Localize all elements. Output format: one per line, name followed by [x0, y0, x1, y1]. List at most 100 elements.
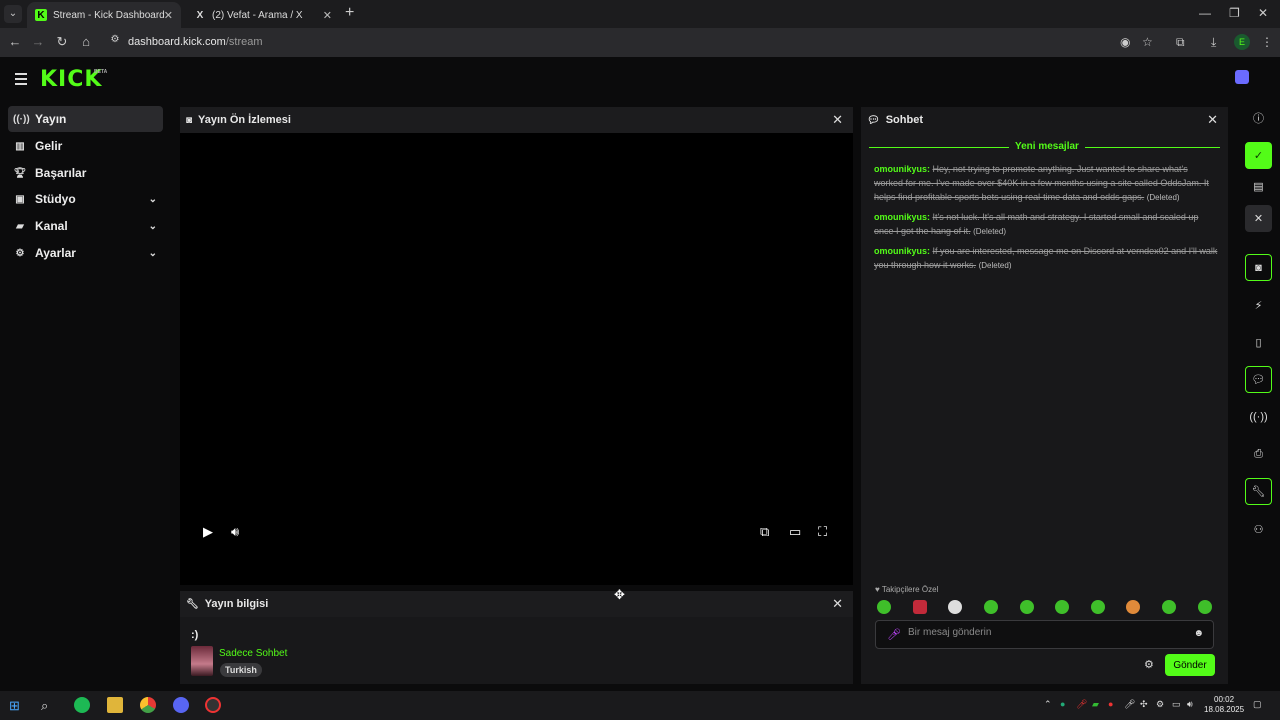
x-icon: X [196, 9, 204, 21]
minimize-icon[interactable]: — [1199, 6, 1211, 20]
discord-icon[interactable] [173, 697, 189, 713]
chat-username[interactable]: omounikyus [874, 164, 927, 174]
star-icon[interactable]: ☆ [1142, 35, 1153, 49]
volume-icon[interactable]: 🔊︎ [231, 524, 239, 540]
close-icon[interactable]: ✕ [832, 112, 843, 128]
emote-button[interactable] [1198, 600, 1212, 614]
emote-button[interactable] [1162, 600, 1176, 614]
play-icon[interactable]: ▶ [203, 524, 213, 540]
forward-icon[interactable]: → [30, 34, 46, 49]
clock-date: 18.08.2025 [1204, 705, 1245, 714]
sidebar-item-gelir[interactable]: ▥ Gelir [8, 133, 163, 159]
emote-button[interactable] [1055, 600, 1069, 614]
mic-muted-icon[interactable]: 🎤︎ [1076, 699, 1087, 710]
menu-icon[interactable] [15, 73, 27, 88]
document-icon[interactable]: ▯ [1245, 329, 1272, 356]
url-field[interactable]: dashboard.kick.com/stream [128, 36, 263, 48]
fullscreen-icon[interactable]: ⛶ [818, 524, 827, 540]
tray-record-icon[interactable]: ● [1108, 699, 1113, 709]
spotify-icon[interactable] [74, 697, 90, 713]
user-avatar[interactable] [1235, 70, 1249, 84]
info-icon[interactable]: ⓘ [1245, 104, 1272, 131]
sidebar-item-kanal[interactable]: ▰ Kanal ⌄ [8, 213, 163, 239]
tray-expand-icon[interactable]: ⌃ [1044, 699, 1052, 710]
chevron-down-icon[interactable]: ⌄ [149, 194, 157, 205]
preview-icon: ◙ [186, 114, 193, 126]
speaker-icon[interactable]: 🔊︎ [1187, 699, 1193, 710]
emote-button[interactable] [877, 600, 891, 614]
wrench-icon[interactable]: 🔧︎ [1245, 478, 1272, 505]
extensions-icon[interactable]: ⧉ [1176, 35, 1185, 50]
more-menu-icon[interactable]: ⋮ [1261, 35, 1273, 49]
chrome-icon[interactable] [140, 697, 156, 713]
followers-only-text: Takipçilere Özel [881, 585, 939, 594]
theater-mode-icon[interactable]: ▭ [789, 524, 801, 540]
microphone-icon[interactable]: 🎤︎ [887, 628, 901, 641]
file-explorer-icon[interactable] [107, 697, 123, 713]
chat-settings-icon[interactable]: ⚙ [1144, 658, 1154, 671]
sidebar-item-studyo[interactable]: ▣ Stüdyo ⌄ [8, 186, 163, 212]
preview-icon[interactable]: ◙ [1245, 254, 1272, 281]
close-icon[interactable]: ✕ [832, 596, 843, 612]
back-icon[interactable]: ← [7, 34, 23, 49]
chat-username[interactable]: omounikyus [874, 246, 927, 256]
windows-start-icon[interactable]: ⊞ [9, 698, 20, 714]
new-tab-button[interactable]: + [345, 5, 354, 21]
category-link[interactable]: Sadece Sohbet [219, 648, 287, 659]
chevron-down-icon[interactable]: ⌄ [149, 221, 157, 232]
microphone-icon[interactable]: 🎤︎ [1124, 699, 1135, 710]
reload-icon[interactable]: ↻ [54, 34, 70, 50]
emote-button[interactable] [948, 600, 962, 614]
new-messages-label: Yeni mesajlar [1009, 141, 1085, 152]
miniplayer-icon[interactable]: ⧉ [760, 524, 769, 540]
close-icon[interactable]: ✕ [1245, 205, 1272, 232]
chevron-down-icon[interactable]: ⌄ [149, 248, 157, 259]
tray-app-icon[interactable]: ▰ [1092, 699, 1099, 710]
browser-profile-avatar[interactable]: E [1234, 34, 1250, 50]
clock[interactable]: 00:02 18.08.2025 [1204, 695, 1244, 715]
close-tab-icon[interactable]: ✕ [323, 9, 332, 22]
emote-button[interactable] [913, 600, 927, 614]
obs-icon[interactable] [205, 697, 221, 713]
check-icon[interactable]: ✓ [1245, 142, 1272, 169]
eye-off-icon[interactable]: ◉ [1120, 35, 1130, 49]
send-button[interactable]: Gönder [1165, 654, 1215, 676]
site-info-icon[interactable]: ⚙ [107, 34, 123, 45]
notifications-icon[interactable]: ▢ [1253, 699, 1262, 710]
close-tab-icon[interactable]: ✕ [164, 9, 173, 22]
emote-button[interactable] [1091, 600, 1105, 614]
network-icon[interactable]: ▭ [1172, 699, 1181, 710]
tab-search-button[interactable]: ⌄ [4, 5, 22, 23]
emote-button[interactable] [1020, 600, 1034, 614]
panel-title: Yayın Ön İzlemesi [198, 114, 291, 126]
chat-username[interactable]: omounikyus [874, 212, 927, 222]
browser-tab-x[interactable]: X (2) Vefat - Arama / X ✕ [186, 2, 340, 28]
browser-tab-kick[interactable]: K Stream - Kick Dashboard ✕ [27, 2, 181, 28]
sidebar-item-ayarlar[interactable]: ⚙ Ayarlar ⌄ [8, 240, 163, 266]
sidebar-item-basarilar[interactable]: 🏆︎ Başarılar [8, 160, 163, 186]
wrench-icon: 🔧︎ [186, 598, 199, 610]
download-icon[interactable]: ⤓ [1211, 35, 1216, 50]
chat-message-input[interactable] [908, 627, 1178, 638]
tray-app-icon[interactable]: ⚙ [1156, 699, 1164, 710]
close-icon[interactable]: ✕ [1207, 112, 1218, 128]
printer-icon[interactable]: ⎙ [1245, 441, 1272, 468]
sidebar-item-yayin[interactable]: ((·)) Yayın [8, 106, 163, 132]
chat-icon[interactable]: 💬︎ [1245, 366, 1272, 393]
lightning-icon[interactable]: ⚡︎ [1245, 292, 1272, 319]
home-icon[interactable]: ⌂ [78, 34, 94, 49]
broadcast-icon[interactable]: ((·)) [1245, 403, 1272, 430]
tray-app-icon[interactable]: ● [1060, 699, 1065, 709]
layout-icon[interactable]: ▤ [1245, 173, 1272, 200]
video-player[interactable] [180, 133, 853, 585]
sidebar-item-label: Başarılar [35, 166, 87, 180]
move-cursor-icon: ✥ [614, 587, 625, 602]
emote-button[interactable] [984, 600, 998, 614]
emoji-icon[interactable]: ☻ [1193, 628, 1204, 639]
emote-button[interactable] [1126, 600, 1140, 614]
close-window-icon[interactable]: ✕ [1258, 6, 1268, 20]
users-icon[interactable]: ⚇ [1245, 516, 1272, 543]
restore-icon[interactable]: ❐ [1229, 6, 1240, 20]
search-icon[interactable]: ⌕ [41, 698, 48, 714]
tray-app-icon[interactable]: ✣ [1140, 699, 1148, 710]
